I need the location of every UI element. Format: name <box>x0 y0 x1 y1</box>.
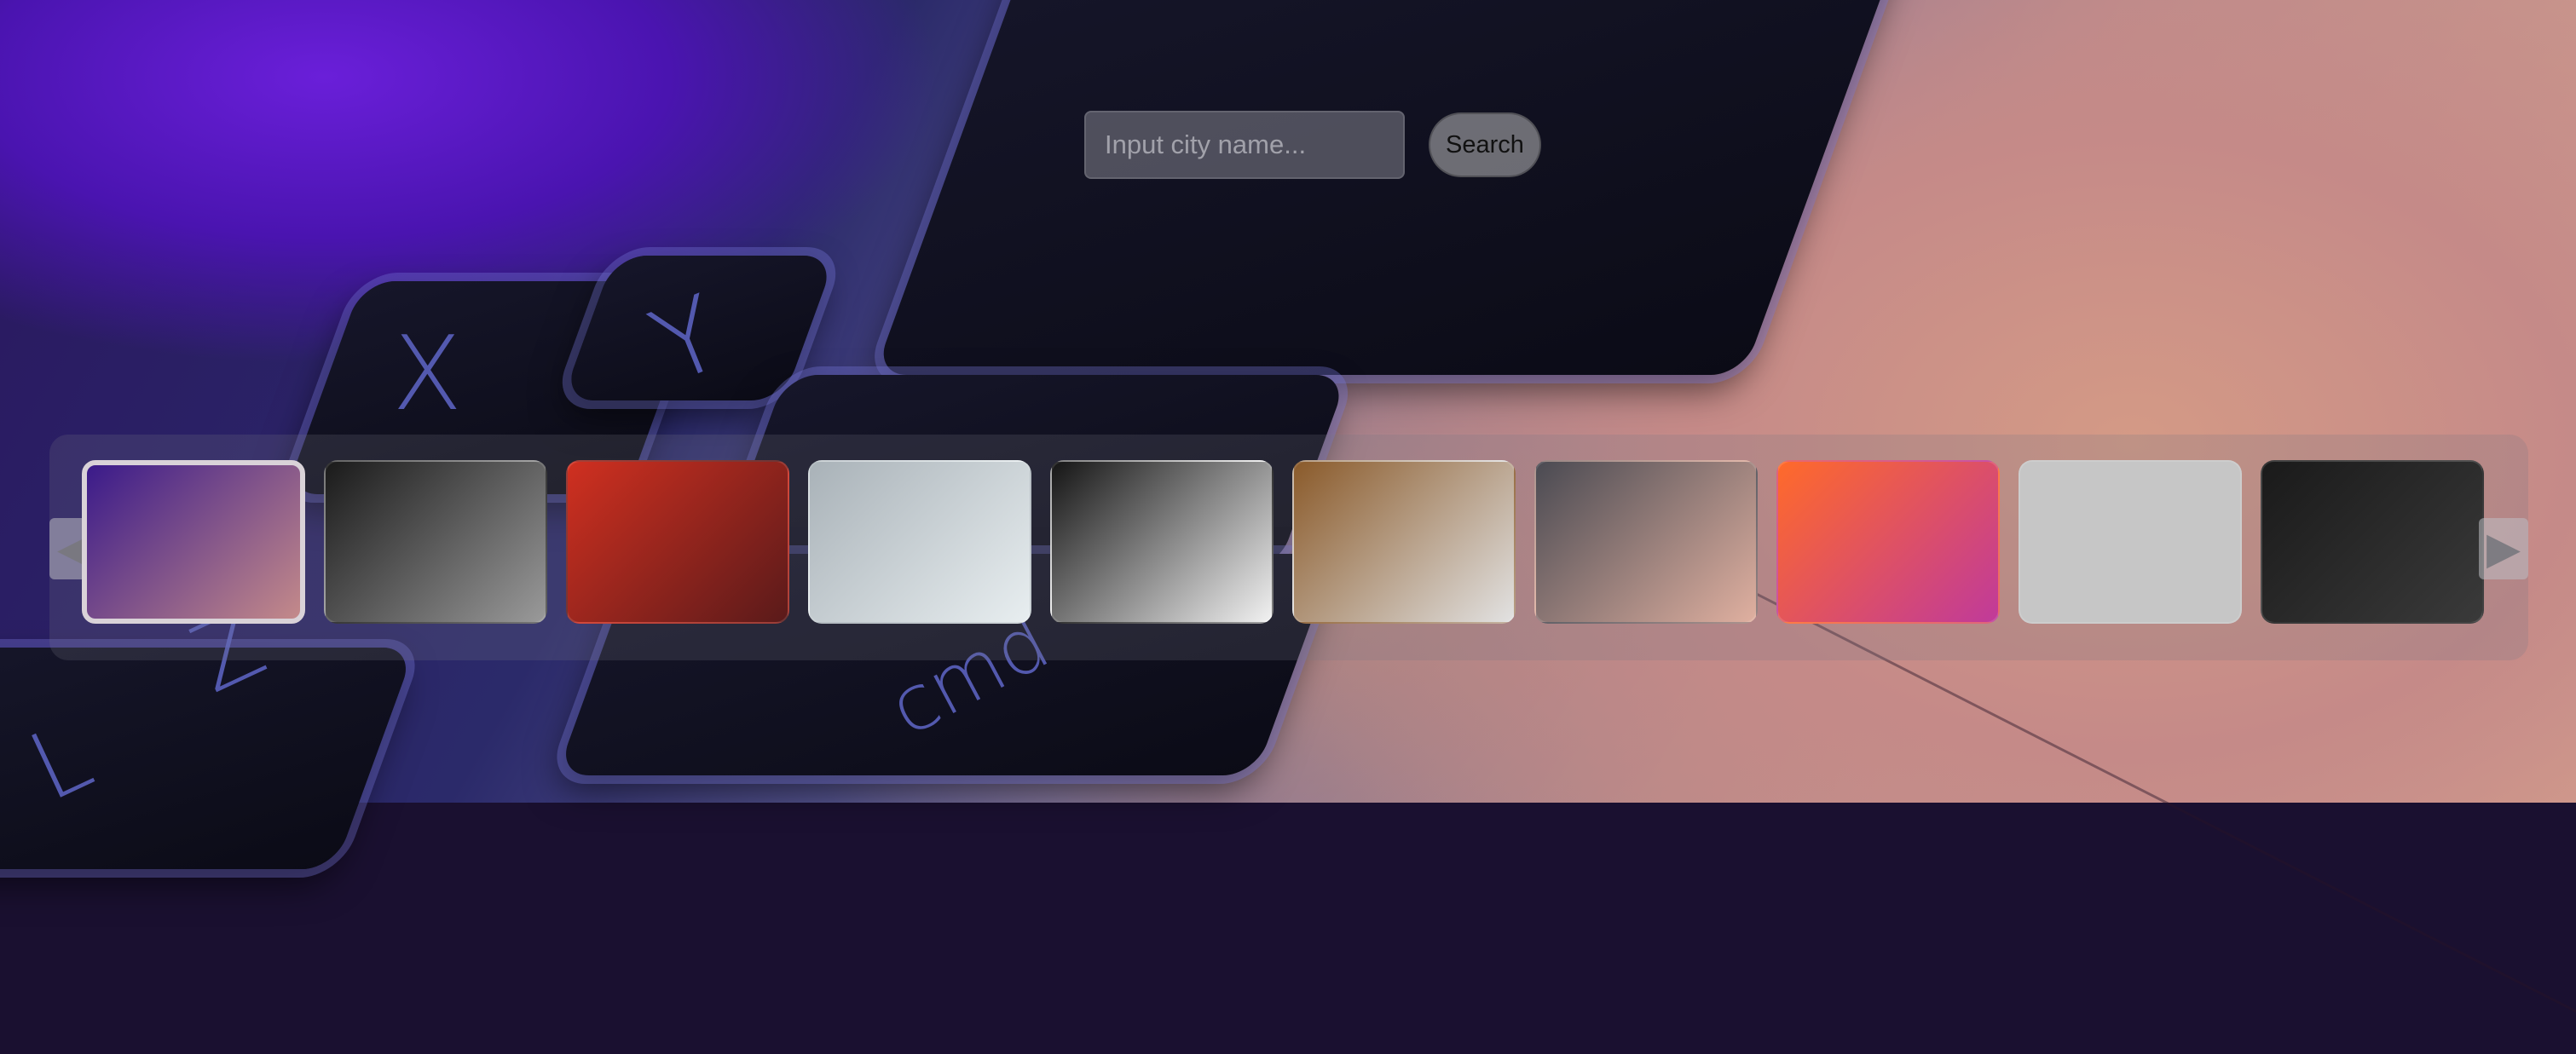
thumbnail-strip <box>82 460 2484 624</box>
thumbnail-hand-on-macbook[interactable] <box>1534 460 1758 624</box>
thumbnail-colorful-ipad-screen[interactable] <box>1776 460 2000 624</box>
key-label-x: X <box>392 315 463 434</box>
thumbnail-red-laptop-keyboard[interactable] <box>566 460 789 624</box>
city-search-input[interactable] <box>1084 111 1405 179</box>
thumbnail-carousel: ◀ ▶ <box>49 435 2528 660</box>
thumbnail-silver-apple-logo[interactable] <box>808 460 1031 624</box>
thumbnail-blank-gray[interactable] <box>2019 460 2242 624</box>
thumbnail-white-keyboard-corner[interactable] <box>1050 460 1274 624</box>
next-arrow-button[interactable]: ▶ <box>2479 518 2528 579</box>
thumbnail-keyboard-purple-peach[interactable] <box>82 460 305 624</box>
key-esc <box>874 0 1905 375</box>
thumbnail-dark-keyboard-grid[interactable] <box>2261 460 2484 624</box>
chevron-right-icon: ▶ <box>2486 523 2521 574</box>
thumbnail-wood-newspaper[interactable] <box>1292 460 1516 624</box>
search-button[interactable]: Search <box>1429 112 1541 177</box>
search-bar: Search <box>1084 111 1541 179</box>
thumbnail-hand-black-white[interactable] <box>324 460 547 624</box>
